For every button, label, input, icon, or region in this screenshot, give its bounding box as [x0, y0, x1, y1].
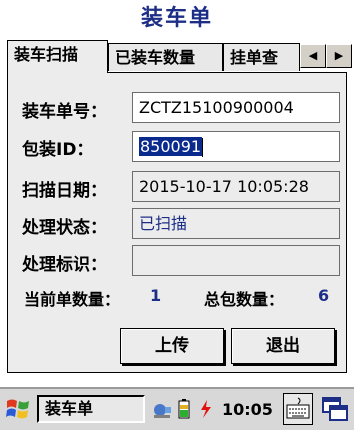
text-caret [202, 138, 204, 157]
tab-pending-orders[interactable]: 挂单查 [223, 43, 300, 71]
package-id-value: 850091 [139, 137, 203, 156]
order-no-label: 装车单号： [22, 102, 107, 122]
tab-strip: 装车扫描 已装车数量 挂单查 ◀ ▶ [0, 40, 354, 73]
scan-date-label: 扫描日期： [22, 181, 107, 201]
taskbar-active-app[interactable]: 装车单 [37, 395, 145, 423]
scan-panel: 装车单号： ZCTZ15100900004 包装ID： 850091 扫描日期：… [7, 72, 347, 373]
process-flag-field [132, 245, 340, 276]
tab-loading-scan[interactable]: 装车扫描 [7, 40, 108, 73]
scan-date-field: 2015-10-17 10:05:28 [132, 171, 340, 202]
keyboard-icon[interactable] [283, 393, 313, 425]
system-tray: 10:05 [152, 395, 273, 423]
chevron-right-icon[interactable]: ▶ [326, 44, 352, 68]
process-flag-label: 处理标识： [22, 255, 107, 275]
taskbar-clock[interactable]: 10:05 [222, 400, 273, 419]
chevron-left-icon[interactable]: ◀ [300, 44, 326, 68]
window-title: 装车单 [140, 6, 213, 31]
windows-flag-icon[interactable] [4, 395, 32, 423]
order-no-field[interactable]: ZCTZ15100900004 [132, 92, 340, 123]
current-count-label: 当前单数量： [24, 290, 121, 309]
package-id-field[interactable]: 850091 [132, 131, 340, 162]
power-icon[interactable] [196, 398, 216, 420]
package-id-label: 包装ID： [22, 140, 94, 160]
network-icon[interactable] [152, 398, 172, 420]
app-window: 装车单 装车扫描 已装车数量 挂单查 ◀ ▶ 装车单号： ZCTZ1510090… [0, 0, 354, 430]
taskbar: 装车单 10:05 [0, 387, 354, 430]
process-status-label: 处理状态： [22, 218, 107, 238]
exit-button[interactable]: 退出 [231, 328, 335, 364]
current-count-value: 1 [150, 286, 162, 305]
total-package-value: 6 [318, 286, 330, 305]
tab-loaded-quantity[interactable]: 已装车数量 [108, 43, 223, 71]
battery-icon[interactable] [174, 398, 194, 420]
total-package-label: 总包数量： [204, 290, 285, 309]
window-switch-icon[interactable] [320, 393, 350, 425]
process-status-field: 已扫描 [132, 208, 340, 239]
upload-button[interactable]: 上传 [120, 328, 224, 364]
tab-scroll-buttons: ◀ ▶ [300, 44, 352, 68]
